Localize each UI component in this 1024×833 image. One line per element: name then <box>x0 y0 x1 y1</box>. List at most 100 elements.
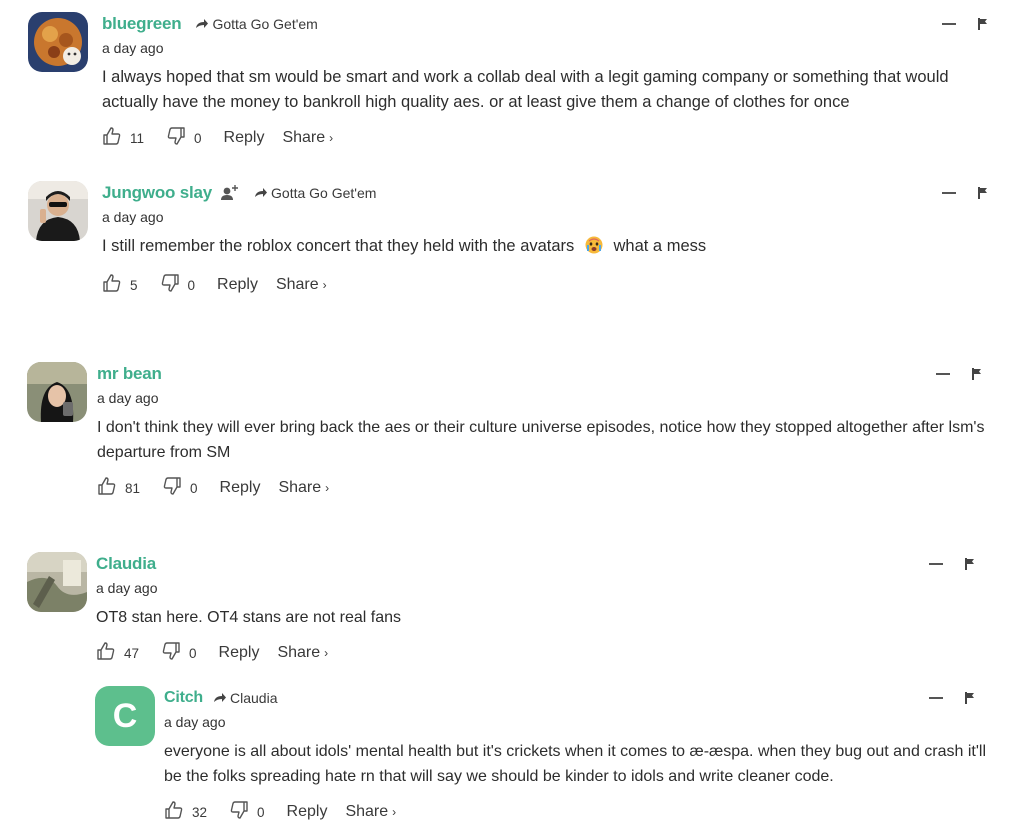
dislike-count: 0 <box>187 277 196 293</box>
comment-controls <box>936 368 982 380</box>
avatar[interactable] <box>27 362 87 422</box>
reply-to-name: Claudia <box>230 690 278 706</box>
like-count: 32 <box>192 804 208 820</box>
collapse-icon[interactable] <box>942 192 956 194</box>
collapse-icon[interactable] <box>929 697 943 699</box>
reply-button[interactable]: Reply <box>287 803 328 821</box>
reply-button[interactable]: Reply <box>224 129 265 147</box>
reply-arrow-icon <box>213 692 227 704</box>
dislike-button[interactable]: 0 <box>160 273 196 297</box>
like-button[interactable]: 32 <box>164 800 207 824</box>
share-button[interactable]: Share › <box>282 129 333 147</box>
like-count: 5 <box>130 277 138 293</box>
collapse-icon[interactable] <box>929 563 943 565</box>
thumbs-up-icon <box>102 126 122 150</box>
chevron-right-icon: › <box>329 131 334 145</box>
like-count: 47 <box>124 645 140 661</box>
comment-body: Jungwoo slay Gotta Go Get'em a day ago I… <box>102 181 988 298</box>
username[interactable]: Claudia <box>96 554 156 574</box>
flag-icon[interactable] <box>978 187 988 199</box>
comment-text-part: I still remember the roblox concert that… <box>102 237 575 255</box>
thumbs-down-icon <box>166 126 186 150</box>
share-label: Share <box>277 644 321 661</box>
comment-text: I still remember the roblox concert that… <box>102 234 988 262</box>
reply-to[interactable]: Claudia <box>213 690 278 706</box>
username[interactable]: mr bean <box>97 364 162 384</box>
timestamp: a day ago <box>96 580 158 596</box>
reply-to[interactable]: Gotta Go Get'em <box>254 185 376 201</box>
share-button[interactable]: Share › <box>345 803 396 821</box>
flag-icon[interactable] <box>965 692 975 704</box>
share-button[interactable]: Share › <box>276 276 327 294</box>
collapse-icon[interactable] <box>936 373 950 375</box>
dislike-button[interactable]: 0 <box>166 126 202 150</box>
comment-body: Citch Claudia a day ago everyone is all … <box>164 686 988 825</box>
collapse-icon[interactable] <box>942 23 956 25</box>
share-label: Share <box>275 276 319 293</box>
flag-icon[interactable] <box>972 368 982 380</box>
thumbs-up-icon <box>96 641 116 665</box>
share-button[interactable]: Share › <box>278 479 329 497</box>
thumbs-down-icon <box>229 800 249 824</box>
dislike-count: 0 <box>257 804 265 820</box>
like-button[interactable]: 5 <box>102 273 138 297</box>
timestamp: a day ago <box>164 714 226 730</box>
like-count: 81 <box>125 480 141 496</box>
like-count: 11 <box>130 130 145 146</box>
username[interactable]: Citch <box>164 689 203 707</box>
comment-text: OT8 stan here. OT4 stans are not real fa… <box>96 609 402 626</box>
reply-button[interactable]: Reply <box>219 644 260 662</box>
dislike-button[interactable]: 0 <box>161 641 197 665</box>
thumbs-up-icon <box>97 476 117 500</box>
thumbs-down-icon <box>160 273 180 297</box>
reply-arrow-icon <box>254 187 268 199</box>
comment-controls <box>942 18 988 30</box>
reply-to-name: Gotta Go Get'em <box>271 185 377 201</box>
avatar[interactable] <box>28 181 88 241</box>
flag-icon[interactable] <box>978 18 988 30</box>
timestamp: a day ago <box>102 209 164 225</box>
comment-actions: 81 0 Reply Share › <box>97 475 988 501</box>
comment-text-part: what a mess <box>613 237 707 255</box>
reply-to-name: Gotta Go Get'em <box>212 16 318 32</box>
username[interactable]: Jungwoo slay <box>102 183 212 203</box>
comment-body: Claudia a day ago OT8 stan here. OT4 sta… <box>96 552 988 666</box>
comment-actions: 32 0 Reply Share › <box>164 799 988 825</box>
reply-to[interactable]: Gotta Go Get'em <box>195 16 318 32</box>
thumbs-down-icon <box>162 476 182 500</box>
dislike-count: 0 <box>189 645 197 661</box>
reply-arrow-icon <box>195 18 209 30</box>
dislike-count: 0 <box>194 130 202 146</box>
chevron-right-icon: › <box>392 805 397 819</box>
like-button[interactable]: 81 <box>97 476 140 500</box>
chevron-right-icon: › <box>324 646 329 660</box>
avatar[interactable] <box>28 12 88 72</box>
comment-actions: 5 0 Reply Share › <box>102 272 988 298</box>
dislike-button[interactable]: 0 <box>229 800 265 824</box>
crying-emoji-icon <box>585 236 603 262</box>
avatar[interactable]: C <box>95 686 155 746</box>
username[interactable]: bluegreen <box>102 14 182 34</box>
comment-actions: 11 0 Reply Share › <box>102 125 988 151</box>
flag-icon[interactable] <box>965 558 975 570</box>
like-button[interactable]: 11 <box>102 126 144 150</box>
comment-text: I always hoped that sm would be smart an… <box>102 68 949 111</box>
thumbs-up-icon <box>102 273 122 297</box>
chevron-right-icon: › <box>325 481 330 495</box>
share-button[interactable]: Share › <box>277 644 328 662</box>
share-label: Share <box>278 479 322 496</box>
avatar[interactable] <box>27 552 87 612</box>
dislike-count: 0 <box>190 480 198 496</box>
thumbs-up-icon <box>164 800 184 824</box>
comment-controls <box>942 187 988 199</box>
timestamp: a day ago <box>102 40 164 56</box>
timestamp: a day ago <box>97 390 159 406</box>
reply-button[interactable]: Reply <box>217 276 258 294</box>
reply-button[interactable]: Reply <box>220 479 261 497</box>
like-button[interactable]: 47 <box>96 641 139 665</box>
dislike-button[interactable]: 0 <box>162 476 198 500</box>
comment-body: mr bean a day ago I don't think they wil… <box>97 362 988 501</box>
follow-user-icon[interactable] <box>220 184 240 202</box>
comment-actions: 47 0 Reply Share › <box>96 640 988 666</box>
comment-text: everyone is all about idols' mental heal… <box>164 743 987 785</box>
